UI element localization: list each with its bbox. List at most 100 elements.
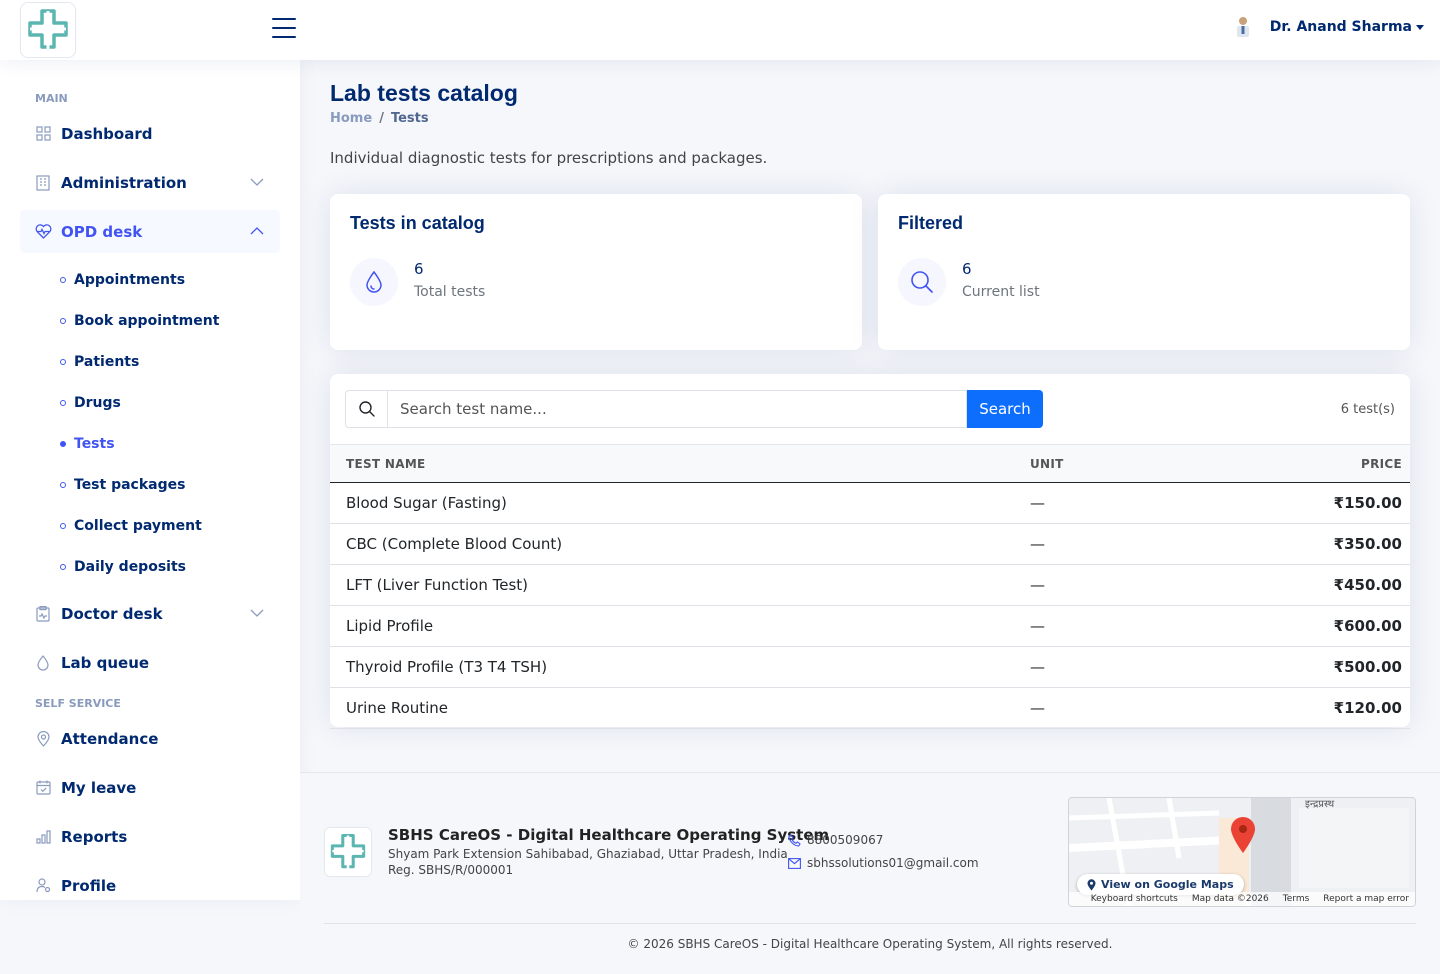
- table-row[interactable]: Thyroid Profile (T3 T4 TSH) — ₹500.00: [330, 646, 1410, 688]
- bullet-icon: [60, 441, 66, 447]
- footer-phone[interactable]: 8800509067: [788, 833, 883, 847]
- sidebar-item-my-leave[interactable]: My leave: [20, 766, 280, 809]
- cell-unit: —: [1030, 482, 1230, 524]
- sidebar-item-lab-queue[interactable]: Lab queue: [20, 641, 280, 684]
- sidebar-subitem-book-appointment[interactable]: Book appointment: [60, 313, 219, 329]
- search-bar: Search: [345, 390, 1043, 428]
- map-terms-link[interactable]: Terms: [1283, 894, 1310, 904]
- phone-text: 8800509067: [807, 833, 884, 847]
- doctor-avatar-icon: [1236, 17, 1249, 37]
- map-report-link[interactable]: Report a map error: [1323, 894, 1409, 904]
- medical-cross-logo-icon: [28, 9, 68, 49]
- sidebar-item-label: Attendance: [61, 729, 159, 748]
- app-logo[interactable]: [20, 2, 76, 58]
- sidebar-item-dashboard[interactable]: Dashboard: [20, 112, 280, 155]
- sidebar-item-label: Administration: [61, 173, 187, 192]
- bullet-icon: [60, 523, 66, 529]
- sidebar-subitem-label: Collect payment: [74, 518, 202, 534]
- sidebar-item-attendance[interactable]: Attendance: [20, 717, 280, 760]
- footer-email[interactable]: sbhssolutions01@gmail.com: [788, 856, 979, 870]
- table-header-row: TEST NAME UNIT PRICE: [330, 444, 1410, 483]
- user-menu[interactable]: Dr. Anand Sharma: [1234, 16, 1424, 38]
- footer-address: Shyam Park Extension Sahibabad, Ghaziaba…: [388, 847, 788, 861]
- sidebar-subitem-patients[interactable]: Patients: [60, 354, 139, 370]
- tests-table: TEST NAME UNIT PRICE Blood Sugar (Fastin…: [330, 444, 1410, 729]
- stat-card-title: Filtered: [898, 213, 964, 233]
- sidebar-item-label: Reports: [61, 827, 128, 846]
- breadcrumb: Home / Tests: [330, 111, 429, 126]
- column-header-price[interactable]: PRICE: [1230, 444, 1410, 483]
- sidebar-item-label: Dashboard: [61, 124, 153, 143]
- sidebar-item-label: Profile: [61, 876, 117, 895]
- nav-heading-self-service: SELF SERVICE: [35, 697, 121, 710]
- sidebar-subitem-daily-deposits[interactable]: Daily deposits: [60, 559, 186, 575]
- bullet-icon: [60, 359, 66, 365]
- search-input[interactable]: [387, 390, 967, 428]
- search-icon: [898, 258, 946, 306]
- sidebar-item-opd-desk[interactable]: OPD desk: [20, 210, 280, 253]
- sidebar-subitem-tests[interactable]: Tests: [60, 436, 115, 452]
- breadcrumb-home-link[interactable]: Home: [330, 111, 372, 126]
- sidebar-subitem-label: Patients: [74, 354, 140, 370]
- cell-price: ₹120.00: [1230, 687, 1410, 729]
- sidebar-subitem-label: Tests: [74, 436, 115, 452]
- map-button-label: View on Google Maps: [1101, 878, 1234, 891]
- table-row[interactable]: Blood Sugar (Fasting) — ₹150.00: [330, 482, 1410, 524]
- chevron-down-icon: [250, 609, 264, 617]
- column-header-unit[interactable]: UNIT: [1030, 444, 1230, 483]
- page-description: Individual diagnostic tests for prescrip…: [330, 149, 768, 167]
- sidebar-subitem-label: Drugs: [74, 395, 121, 411]
- sidebar-item-reports[interactable]: Reports: [20, 815, 280, 858]
- stat-card-title: Tests in catalog: [350, 213, 485, 233]
- table-row[interactable]: LFT (Liver Function Test) — ₹450.00: [330, 564, 1410, 606]
- sidebar-item-doctor-desk[interactable]: Doctor desk: [20, 592, 280, 635]
- sidebar-item-administration[interactable]: Administration: [20, 161, 280, 204]
- sidebar-subitem-collect-payment[interactable]: Collect payment: [60, 518, 202, 534]
- sidebar-subitem-test-packages[interactable]: Test packages: [60, 477, 185, 493]
- sidebar-item-label: Lab queue: [61, 653, 150, 672]
- stat-card-tests-in-catalog: Tests in catalog 6 Total tests: [330, 194, 862, 350]
- sidebar-subitem-label: Appointments: [74, 272, 186, 288]
- search-icon: [345, 390, 387, 428]
- table-row[interactable]: CBC (Complete Blood Count) — ₹350.00: [330, 523, 1410, 565]
- location-pin-icon: [1087, 878, 1096, 890]
- sidebar-item-label: My leave: [61, 778, 137, 797]
- cell-price: ₹500.00: [1230, 646, 1410, 688]
- footer-logo: [324, 827, 372, 877]
- envelope-icon: [788, 857, 801, 869]
- menu-toggle-button[interactable]: [272, 18, 296, 42]
- column-header-test-name[interactable]: TEST NAME: [330, 444, 1030, 483]
- caret-down-icon: [1416, 24, 1424, 30]
- table-row[interactable]: Urine Routine — ₹120.00: [330, 687, 1410, 729]
- map-shortcuts-link[interactable]: Keyboard shortcuts: [1091, 894, 1178, 904]
- chevron-up-icon: [250, 227, 264, 235]
- search-button[interactable]: Search: [967, 390, 1043, 428]
- sidebar-item-label: Doctor desk: [61, 604, 163, 623]
- sidebar-item-label: OPD desk: [61, 222, 143, 241]
- bullet-icon: [60, 482, 66, 488]
- cell-unit: —: [1030, 605, 1230, 647]
- location-map[interactable]: इन्द्रप्रस्थ View on Google Maps Keyboar…: [1068, 797, 1416, 907]
- sidebar-item-profile[interactable]: Profile: [20, 864, 280, 907]
- map-attribution: Keyboard shortcuts Map data ©2026 Terms …: [1069, 892, 1415, 906]
- chevron-down-icon: [250, 178, 264, 186]
- phone-icon: [788, 833, 801, 847]
- bar-chart-icon: [34, 828, 52, 846]
- breadcrumb-separator: /: [379, 111, 384, 126]
- stat-card-value: 6: [962, 260, 972, 278]
- sidebar-subitem-drugs[interactable]: Drugs: [60, 395, 121, 411]
- sidebar-subitem-appointments[interactable]: Appointments: [60, 272, 185, 288]
- cell-unit: —: [1030, 523, 1230, 565]
- nav-heading-main: MAIN: [35, 92, 68, 105]
- cell-test-name: CBC (Complete Blood Count): [330, 523, 1030, 565]
- footer-org-name: SBHS CareOS - Digital Healthcare Operati…: [388, 826, 830, 844]
- cell-price: ₹450.00: [1230, 564, 1410, 606]
- cell-unit: —: [1030, 564, 1230, 606]
- cell-test-name: Lipid Profile: [330, 605, 1030, 647]
- stat-card-label: Current list: [962, 284, 1040, 300]
- bullet-icon: [60, 277, 66, 283]
- cell-price: ₹150.00: [1230, 482, 1410, 524]
- map-pin-icon: [1231, 817, 1255, 853]
- building-icon: [34, 174, 52, 192]
- table-row[interactable]: Lipid Profile — ₹600.00: [330, 605, 1410, 647]
